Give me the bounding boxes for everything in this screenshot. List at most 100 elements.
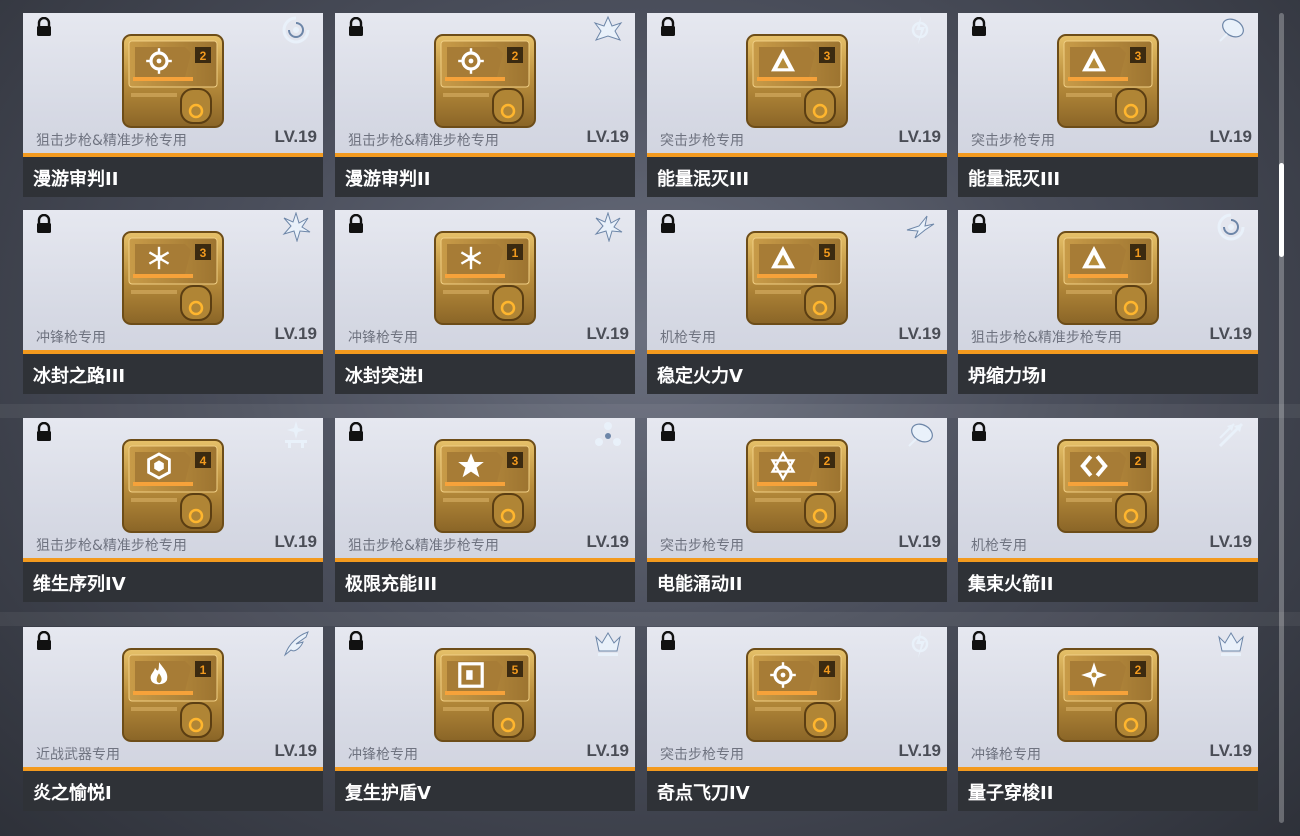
module-card[interactable]: 2 狙击步枪&精准步枪专用 LV.19 漫游审判II — [335, 13, 635, 197]
rank-number: 1 — [1135, 246, 1142, 260]
module-level: LV.19 — [898, 324, 941, 343]
module-card[interactable]: 5 冲锋枪专用 LV.19 复生护盾V — [335, 627, 635, 811]
module-card[interactable]: 3 冲锋枪专用 LV.19 冰封之路III — [23, 210, 323, 394]
module-chip-icon: 3 — [434, 439, 536, 533]
module-level: LV.19 — [586, 741, 629, 760]
module-name: 冰封突进I — [345, 366, 424, 387]
comet-icon — [1219, 18, 1244, 42]
module-name: 漫游审判II — [345, 169, 431, 190]
weapon-restriction: 狙击步枪&精准步枪专用 — [348, 133, 499, 149]
lock-icon[interactable] — [970, 17, 988, 37]
weapon-restriction: 狙击步枪&精准步枪专用 — [971, 330, 1122, 346]
module-chip-icon: 5 — [746, 231, 848, 325]
lightning-orb-icon — [911, 630, 929, 658]
module-name: 集束火箭II — [968, 574, 1054, 595]
rank-number: 1 — [200, 663, 207, 677]
module-level: LV.19 — [1209, 532, 1252, 551]
module-name: 漫游审判II — [33, 169, 119, 190]
lock-icon[interactable] — [970, 214, 988, 234]
module-name: 维生序列IV — [33, 574, 126, 595]
lock-icon[interactable] — [347, 422, 365, 442]
lock-icon[interactable] — [347, 214, 365, 234]
lock-icon[interactable] — [659, 17, 677, 37]
weapon-restriction: 冲锋枪专用 — [348, 747, 418, 763]
weapon-restriction: 机枪专用 — [971, 538, 1027, 554]
rank-number: 2 — [1135, 663, 1142, 677]
lock-icon[interactable] — [659, 631, 677, 651]
module-chip-icon: 5 — [434, 648, 536, 742]
lock-icon[interactable] — [35, 17, 53, 37]
module-card[interactable]: 1 狙击步枪&精准步枪专用 LV.19 坍缩力场I — [958, 210, 1258, 394]
module-name: 稳定火力V — [657, 366, 743, 387]
swirl-icon — [282, 16, 310, 44]
module-card[interactable]: 5 机枪专用 LV.19 稳定火力V — [647, 210, 947, 394]
module-chip-icon: 3 — [746, 34, 848, 128]
lock-icon[interactable] — [35, 631, 53, 651]
weapon-restriction: 冲锋枪专用 — [348, 330, 418, 346]
sparkle-icon — [285, 421, 307, 448]
rank-number: 3 — [200, 246, 207, 260]
triad-icon — [595, 422, 621, 446]
module-card[interactable]: 2 冲锋枪专用 LV.19 量子穿梭II — [958, 627, 1258, 811]
weapon-restriction: 突击步枪专用 — [660, 747, 744, 763]
module-chip-icon: 1 — [122, 648, 224, 742]
rank-number: 2 — [200, 49, 207, 63]
lightning-orb-icon — [911, 16, 929, 44]
rank-number: 5 — [512, 663, 519, 677]
module-card[interactable]: 3 狙击步枪&精准步枪专用 LV.19 极限充能III — [335, 418, 635, 602]
weapon-restriction: 狙击步枪&精准步枪专用 — [36, 538, 187, 554]
scrollbar[interactable] — [1279, 13, 1284, 823]
ice-shard-icon — [282, 212, 311, 242]
module-chip-icon: 1 — [434, 231, 536, 325]
module-chip-icon: 3 — [1057, 34, 1159, 128]
weapon-restriction: 突击步枪专用 — [660, 133, 744, 149]
flame-burst-icon — [593, 15, 623, 41]
rank-number: 5 — [824, 246, 831, 260]
module-name: 冰封之路III — [33, 366, 126, 387]
module-name: 坍缩力场I — [968, 366, 1047, 387]
module-card[interactable]: 1 冲锋枪专用 LV.19 冰封突进I — [335, 210, 635, 394]
weapon-restriction: 突击步枪专用 — [971, 133, 1055, 149]
scrollbar-thumb[interactable] — [1279, 163, 1284, 257]
module-name: 复生护盾V — [345, 783, 431, 804]
rank-number: 2 — [1135, 454, 1142, 468]
module-chip-icon: 2 — [1057, 439, 1159, 533]
module-card[interactable]: 4 突击步枪专用 LV.19 奇点飞刀IV — [647, 627, 947, 811]
module-level: LV.19 — [1209, 741, 1252, 760]
weapon-restriction: 机枪专用 — [660, 330, 716, 346]
module-card[interactable]: 2 机枪专用 LV.19 集束火箭II — [958, 418, 1258, 602]
lock-icon[interactable] — [659, 422, 677, 442]
lock-icon[interactable] — [347, 17, 365, 37]
module-level: LV.19 — [274, 532, 317, 551]
rank-number: 1 — [512, 246, 519, 260]
crown-icon — [1218, 632, 1244, 656]
module-card[interactable]: 3 突击步枪专用 LV.19 能量泯灭III — [647, 13, 947, 197]
module-card[interactable]: 2 突击步枪专用 LV.19 电能涌动II — [647, 418, 947, 602]
rank-number: 3 — [824, 49, 831, 63]
module-card[interactable]: 2 狙击步枪&精准步枪专用 LV.19 漫游审判II — [23, 13, 323, 197]
crown-icon — [595, 632, 621, 656]
module-name: 电能涌动II — [657, 574, 743, 595]
module-chip-icon: 2 — [122, 34, 224, 128]
module-card[interactable]: 3 突击步枪专用 LV.19 能量泯灭III — [958, 13, 1258, 197]
weapon-restriction: 突击步枪专用 — [660, 538, 744, 554]
module-chip-icon: 2 — [746, 439, 848, 533]
module-card[interactable]: 1 近战武器专用 LV.19 炎之愉悦I — [23, 627, 323, 811]
lock-icon[interactable] — [970, 631, 988, 651]
weapon-restriction: 狙击步枪&精准步枪专用 — [36, 133, 187, 149]
arrows-icon — [1218, 422, 1244, 448]
module-level: LV.19 — [274, 741, 317, 760]
module-level: LV.19 — [898, 127, 941, 146]
weapon-restriction: 狙击步枪&精准步枪专用 — [348, 538, 499, 554]
swirl-icon — [1217, 213, 1245, 241]
rank-number: 3 — [1135, 49, 1142, 63]
lock-icon[interactable] — [970, 422, 988, 442]
lock-icon[interactable] — [35, 422, 53, 442]
feather-icon — [283, 631, 309, 657]
module-level: LV.19 — [898, 741, 941, 760]
lock-icon[interactable] — [659, 214, 677, 234]
module-level: LV.19 — [274, 324, 317, 343]
module-card[interactable]: 4 狙击步枪&精准步枪专用 LV.19 维生序列IV — [23, 418, 323, 602]
lock-icon[interactable] — [347, 631, 365, 651]
lock-icon[interactable] — [35, 214, 53, 234]
